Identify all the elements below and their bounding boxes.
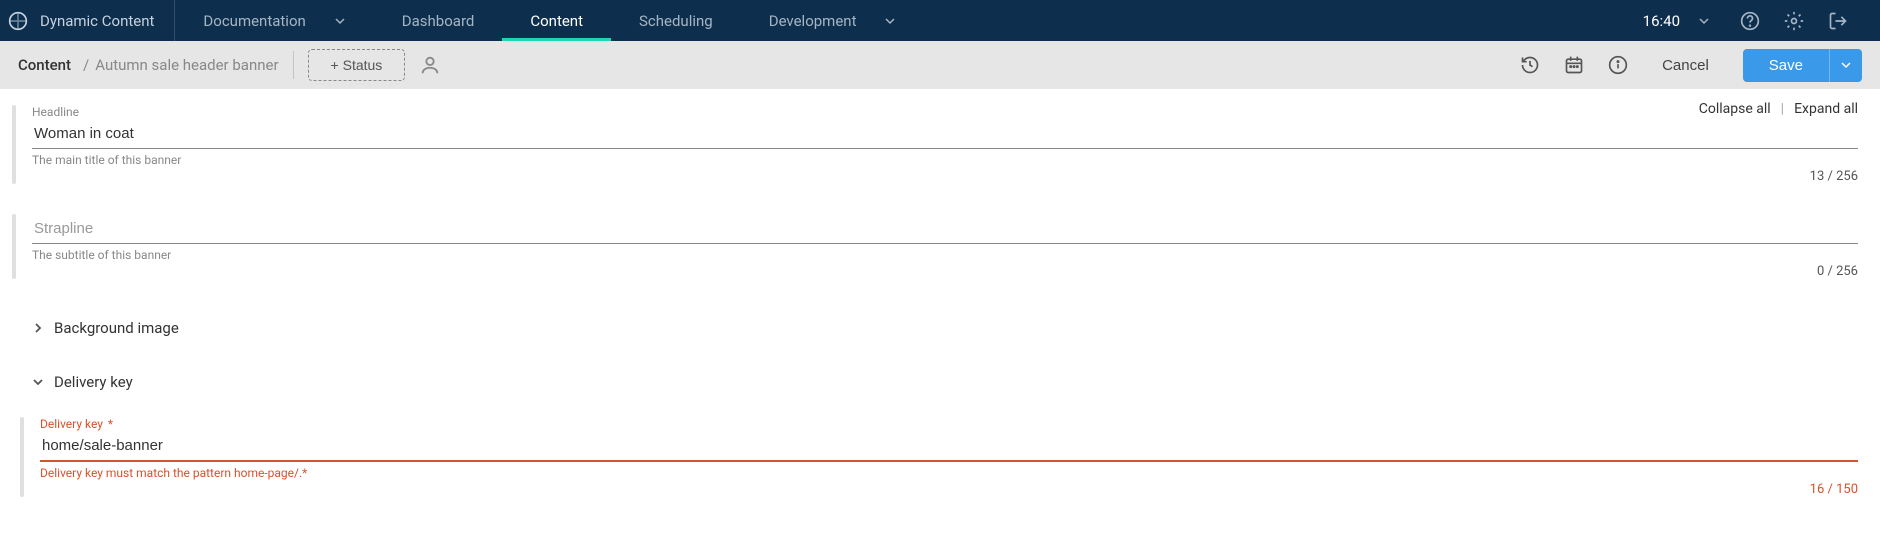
info-icon[interactable]: [1596, 55, 1640, 75]
history-icon[interactable]: [1508, 55, 1552, 75]
cancel-button[interactable]: Cancel: [1640, 57, 1731, 74]
save-button-group: Save: [1743, 49, 1862, 82]
brand-text[interactable]: Dynamic Content: [40, 12, 154, 30]
top-navbar: Dynamic Content Documentation Dashboard …: [0, 0, 1880, 41]
nav-development[interactable]: Development: [741, 0, 925, 41]
headline-field-block: Headline The main title of this banner 1…: [12, 105, 1858, 184]
delivery-key-error: Delivery key must match the pattern home…: [40, 466, 1858, 480]
brand-logo-icon: [8, 11, 28, 31]
delivery-key-char-count: 16 / 150: [40, 482, 1858, 497]
toolbar-right: Cancel Save: [1508, 49, 1862, 82]
nav-content[interactable]: Content: [502, 0, 611, 41]
strapline-char-count: 0 / 256: [32, 264, 1858, 279]
nav-dashboard[interactable]: Dashboard: [374, 0, 503, 41]
delivery-key-input[interactable]: [40, 431, 1858, 462]
chevron-down-icon: [1698, 15, 1710, 27]
nav-scheduling-label: Scheduling: [639, 12, 713, 30]
gear-icon[interactable]: [1772, 0, 1816, 41]
time-value: 16:40: [1643, 12, 1680, 30]
chevron-right-icon: [32, 322, 44, 334]
delivery-key-field-block: Delivery key * Delivery key must match t…: [20, 417, 1858, 497]
divider: [293, 51, 294, 79]
background-image-section[interactable]: Background image: [0, 309, 1880, 347]
strapline-field-block: The subtitle of this banner 0 / 256: [12, 214, 1858, 279]
nav-items: Documentation Dashboard Content Scheduli…: [175, 0, 924, 41]
nav-documentation[interactable]: Documentation: [175, 0, 373, 41]
user-icon[interactable]: [405, 54, 455, 76]
headline-char-count: 13 / 256: [32, 169, 1858, 184]
nav-scheduling[interactable]: Scheduling: [611, 0, 741, 41]
breadcrumb-root[interactable]: Content: [18, 56, 71, 74]
time-display[interactable]: 16:40: [1631, 0, 1728, 41]
strapline-help: The subtitle of this banner: [32, 248, 1858, 262]
nav-development-label: Development: [769, 12, 857, 30]
nav-right: 16:40: [1631, 0, 1880, 41]
required-asterisk: *: [108, 417, 113, 431]
headline-input[interactable]: [32, 119, 1858, 149]
headline-label: Headline: [32, 105, 1858, 119]
delivery-key-section-label: Delivery key: [54, 373, 133, 391]
nav-dashboard-label: Dashboard: [402, 12, 475, 30]
sub-toolbar: Content / Autumn sale header banner + St…: [0, 41, 1880, 89]
chevron-down-icon: [884, 15, 896, 27]
brand-area: Dynamic Content: [0, 0, 175, 41]
breadcrumb-title: Autumn sale header banner: [95, 56, 278, 74]
chevron-down-icon: [32, 376, 44, 388]
breadcrumb-separator: /: [83, 56, 89, 74]
calendar-icon[interactable]: [1552, 55, 1596, 75]
breadcrumb: Content / Autumn sale header banner: [18, 56, 279, 74]
save-button[interactable]: Save: [1743, 49, 1829, 82]
delivery-key-label-text: Delivery key: [40, 417, 103, 431]
nav-documentation-label: Documentation: [203, 12, 305, 30]
save-dropdown-button[interactable]: [1829, 49, 1862, 82]
chevron-down-icon: [1840, 59, 1852, 71]
help-icon[interactable]: [1728, 0, 1772, 41]
background-image-label: Background image: [54, 319, 179, 337]
add-status-button[interactable]: + Status: [308, 49, 406, 81]
nav-content-label: Content: [530, 12, 583, 30]
logout-icon[interactable]: [1816, 0, 1860, 41]
headline-help: The main title of this banner: [32, 153, 1858, 167]
delivery-key-section[interactable]: Delivery key: [0, 363, 1880, 401]
delivery-key-label: Delivery key *: [40, 417, 1858, 431]
chevron-down-icon: [334, 15, 346, 27]
strapline-input[interactable]: [32, 214, 1858, 244]
